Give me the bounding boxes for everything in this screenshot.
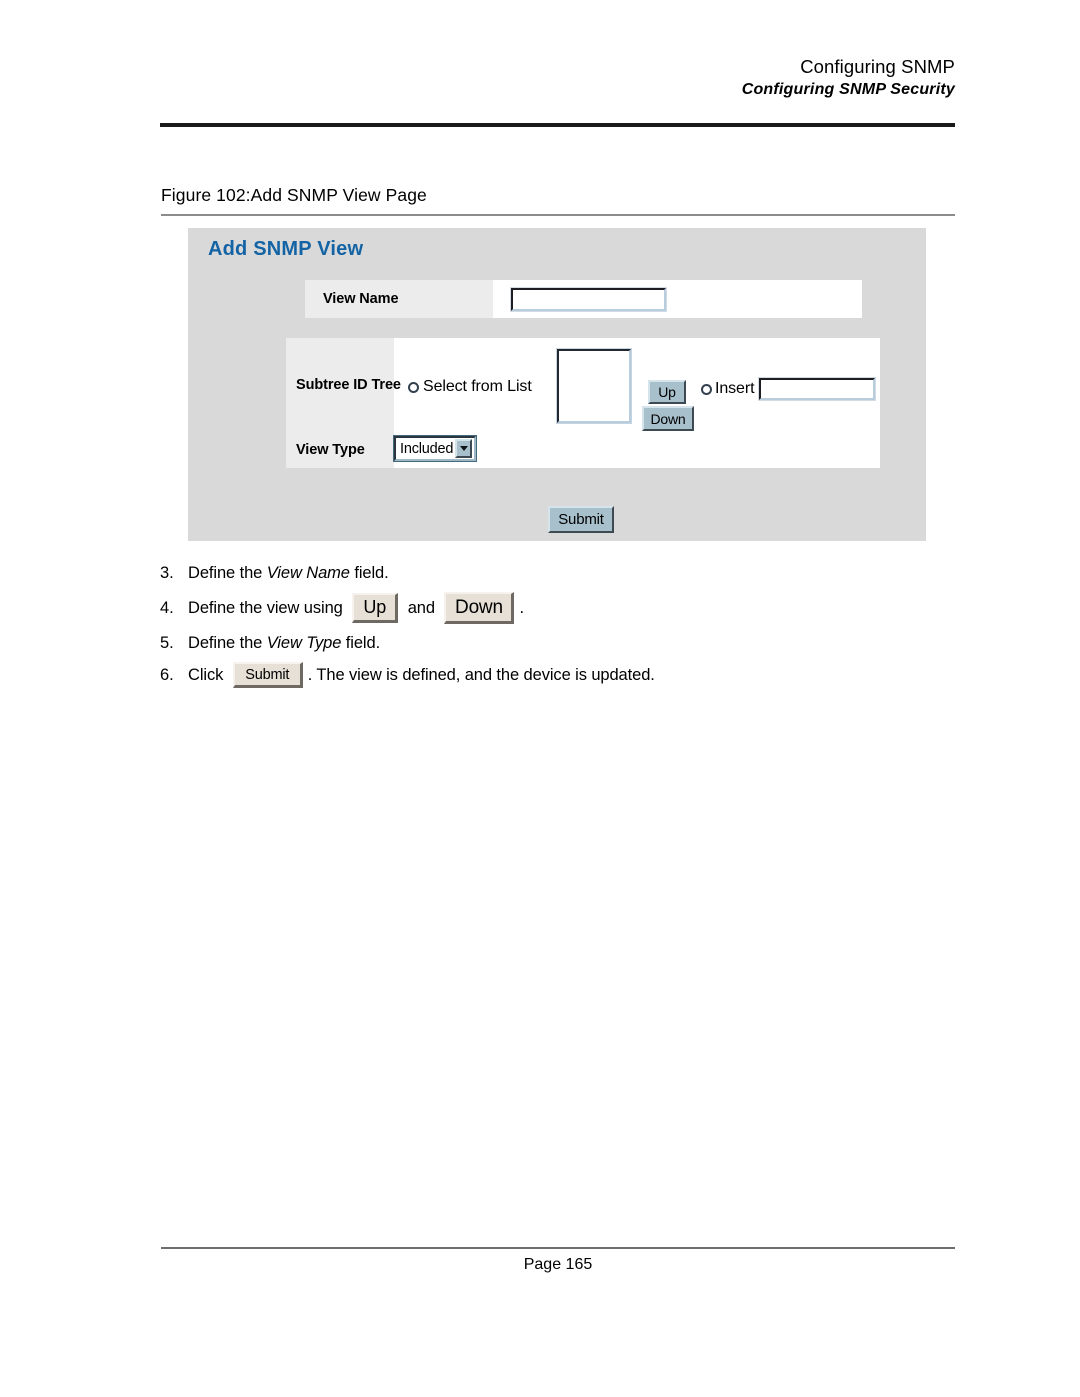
subtree-list-box[interactable]	[556, 348, 632, 424]
field-name-emphasis: View Type	[266, 633, 342, 652]
procedure-step: 3. Define the View Name field.	[160, 560, 950, 586]
header-divider	[160, 123, 955, 127]
select-from-list-label: Select from List	[423, 378, 532, 395]
step-text: Define the view using Up and Down.	[188, 592, 524, 624]
step-text-run: . The view is defined, and the device is…	[307, 665, 655, 684]
procedure-step: 4. Define the view using Up and Down.	[160, 592, 950, 624]
chevron-down-glyph	[459, 446, 468, 451]
procedure-step: 5. Define the View Type field.	[160, 630, 950, 656]
figure-caption-divider	[161, 214, 955, 216]
view-name-label-cell: View Name	[305, 280, 493, 318]
step-text-run: Define the view using	[188, 598, 348, 617]
insert-input[interactable]	[758, 377, 877, 401]
step-text: Define the View Name field.	[188, 564, 389, 583]
add-snmp-view-screenshot: Add SNMP View View Name Subtree ID Tree …	[188, 228, 926, 541]
subtree-id-tree-label: Subtree ID Tree	[296, 377, 401, 393]
step-number: 3.	[160, 563, 174, 582]
step-text-run: field.	[341, 633, 381, 652]
select-from-list-radio-icon[interactable]	[408, 381, 419, 393]
view-name-input[interactable]	[510, 286, 667, 312]
figure-caption: Figure 102:Add SNMP View Page	[161, 185, 427, 205]
header-section-title: Configuring SNMP Security	[741, 81, 955, 98]
step-text-run: Click	[188, 665, 228, 684]
step-number: 6.	[160, 665, 174, 684]
screenshot-panel-title: Add SNMP View	[208, 238, 364, 260]
select-from-list-option[interactable]: Select from List	[408, 378, 532, 396]
step-text-run: and	[403, 598, 440, 617]
subtree-id-tree-label-cell: Subtree ID Tree	[286, 338, 401, 432]
page-number: Page 165	[523, 1256, 593, 1273]
insert-label: Insert	[715, 380, 755, 397]
subtree-id-tree-row: Subtree ID Tree Select from List Up Down…	[286, 338, 880, 432]
step-number: 5.	[160, 633, 174, 652]
chevron-down-icon[interactable]	[455, 439, 472, 458]
step-text-run: Define the	[188, 633, 267, 652]
view-name-row: View Name	[305, 280, 862, 318]
step-text-run: .	[519, 598, 524, 617]
inline-down-button[interactable]: Down	[444, 592, 515, 624]
step-number: 4.	[160, 598, 174, 617]
page-running-header: Configuring SNMP Configuring SNMP Securi…	[160, 55, 955, 101]
step-text-run: field.	[349, 563, 389, 582]
step-text: Define the View Type field.	[188, 634, 380, 653]
view-type-selected-value: Included	[400, 440, 454, 457]
submit-button[interactable]: Submit	[548, 506, 614, 533]
subtree-view-type-table: Subtree ID Tree Select from List Up Down…	[286, 338, 880, 468]
inline-up-button[interactable]: Up	[352, 593, 399, 623]
header-chapter-title: Configuring SNMP	[800, 56, 955, 77]
insert-option[interactable]: Insert	[701, 377, 877, 401]
step-text: Click Submit. The view is defined, and t…	[188, 662, 655, 688]
view-type-row: View Type Included	[286, 432, 880, 468]
view-name-label: View Name	[323, 291, 399, 307]
procedure-step: 6. Click Submit. The view is defined, and…	[160, 662, 950, 688]
down-button[interactable]: Down	[642, 406, 694, 431]
procedure-step-list: 3. Define the View Name field. 4. Define th…	[160, 560, 950, 694]
view-type-label: View Type	[296, 442, 365, 458]
field-name-emphasis: View Name	[266, 563, 350, 582]
insert-radio-icon[interactable]	[701, 383, 712, 395]
up-button[interactable]: Up	[648, 380, 686, 404]
view-type-label-cell: View Type	[286, 432, 394, 468]
inline-submit-button[interactable]: Submit	[232, 662, 303, 688]
step-text-run: Define the	[188, 563, 267, 582]
footer-divider	[161, 1247, 955, 1249]
view-type-select[interactable]: Included	[393, 435, 477, 462]
